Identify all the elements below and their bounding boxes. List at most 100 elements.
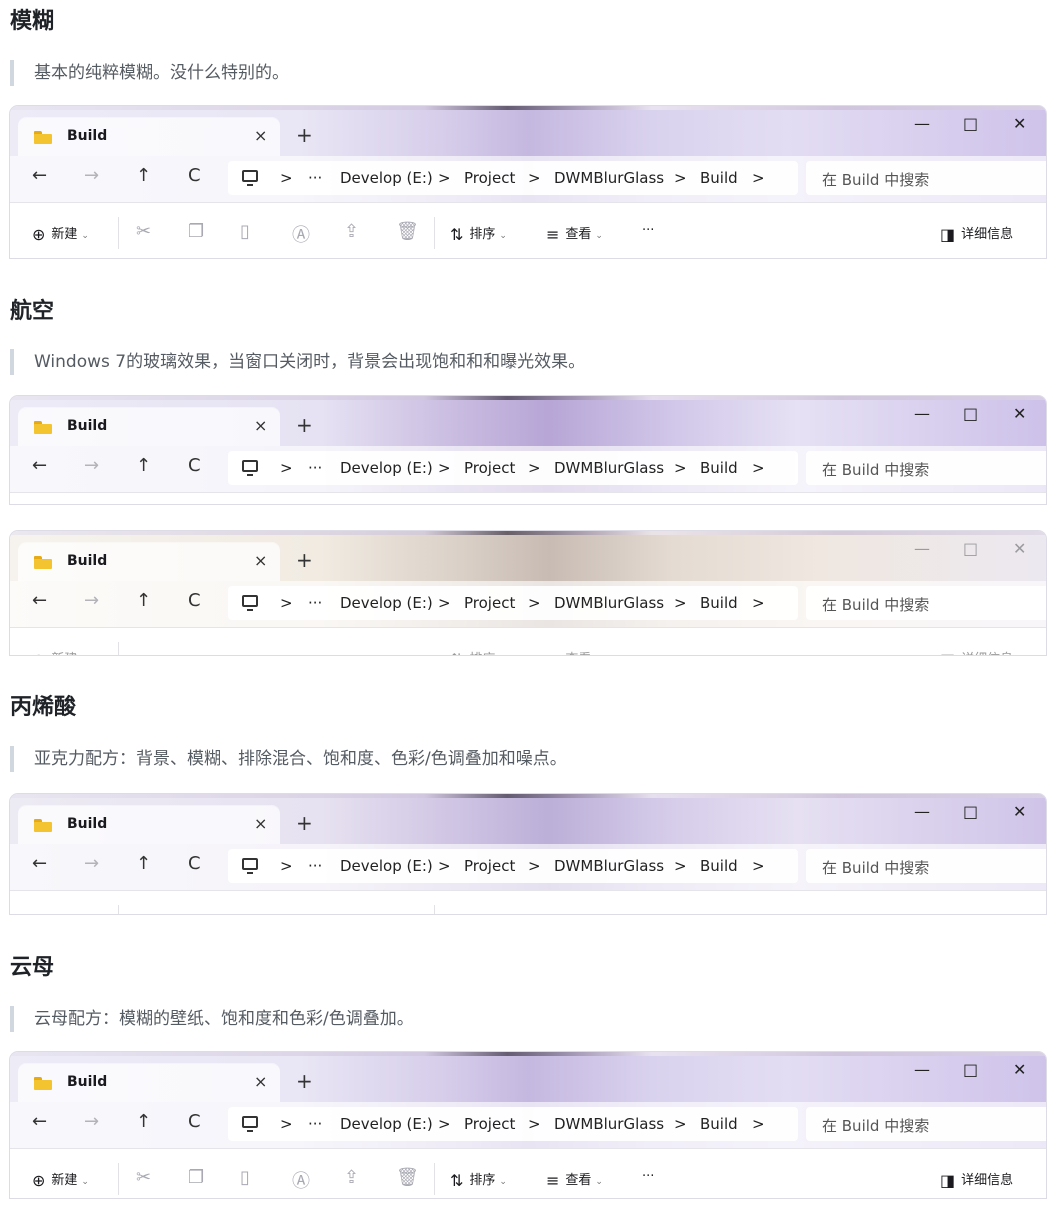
new-tab-button[interactable]: + [296, 1071, 313, 1091]
breadcrumb-project[interactable]: Project [464, 169, 515, 187]
breadcrumb-overflow[interactable]: ··· [308, 169, 322, 187]
search-input[interactable]: 在 Build 中搜索 [806, 161, 1046, 195]
breadcrumb-develop[interactable]: Develop (E:) [340, 169, 433, 187]
maximize-button[interactable]: □ [963, 1060, 978, 1079]
close-window-button[interactable]: ✕ [1013, 1060, 1026, 1079]
tab-close-button[interactable]: × [254, 551, 267, 570]
cut-icon[interactable]: ✂ [136, 221, 151, 242]
delete-icon[interactable]: 🗑 [396, 1167, 419, 1188]
new-tab-button[interactable]: + [296, 415, 313, 435]
breadcrumb-build[interactable]: Build [700, 169, 738, 187]
details-button[interactable]: ◨详细信息 [940, 648, 1013, 655]
search-input[interactable]: 在 Build 中搜索 [806, 451, 1046, 485]
share-icon[interactable]: ⇪ [344, 221, 359, 242]
close-window-button[interactable]: ✕ [1013, 114, 1026, 133]
breadcrumb-dwmblurglass[interactable]: DWMBlurGlass [554, 169, 664, 187]
forward-button[interactable]: → [84, 591, 99, 611]
explorer-window-acrylic: Build × + — □ ✕ ← → ↑ C > ··· Develop (E… [10, 794, 1046, 914]
section-title-aero: 航空 [10, 299, 55, 324]
maximize-button[interactable]: □ [963, 539, 978, 558]
up-button[interactable]: ↑ [136, 854, 151, 874]
tab-close-button[interactable]: × [254, 1072, 267, 1091]
search-input[interactable]: 在 Build 中搜索 [806, 586, 1046, 620]
delete-icon[interactable]: 🗑 [396, 221, 419, 242]
tab-build[interactable]: Build × [18, 118, 280, 156]
forward-button[interactable]: → [84, 456, 99, 476]
tab-label: Build [67, 128, 108, 144]
address-bar[interactable]: > ··· Develop (E:) > Project > DWMBlurGl… [228, 451, 798, 485]
minimize-button[interactable]: — [914, 802, 930, 821]
back-button[interactable]: ← [32, 1112, 47, 1132]
minimize-button[interactable]: — [914, 114, 930, 133]
paste-icon[interactable]: ▯ [240, 221, 250, 242]
details-button[interactable]: ◨详细信息 [940, 1169, 1013, 1190]
view-button[interactable]: ≡查看 [546, 648, 591, 655]
view-button[interactable]: ≡ 查看 ⌄ [546, 1169, 603, 1190]
sort-button[interactable]: ⇅ 排序 ⌄ [450, 1169, 507, 1190]
back-button[interactable]: ← [32, 854, 47, 874]
up-button[interactable]: ↑ [136, 1112, 151, 1132]
more-button[interactable]: ··· [642, 1169, 654, 1184]
tab-build[interactable]: Build × [18, 1064, 280, 1102]
sort-button[interactable]: ⇅ 排序 ⌄ [450, 223, 507, 244]
minimize-button[interactable]: — [914, 539, 930, 558]
copy-icon[interactable]: ❐ [188, 221, 204, 242]
this-pc-icon [242, 460, 258, 476]
view-button[interactable]: ≡ 查看 ⌄ [546, 223, 603, 244]
explorer-window-aero-inactive: Build × + — □ ✕ ← → ↑ C > ··· Develop (E… [10, 531, 1046, 655]
search-input[interactable]: 在 Build 中搜索 [806, 1107, 1046, 1141]
maximize-button[interactable]: □ [963, 114, 978, 133]
copy-icon[interactable]: ❐ [188, 1167, 204, 1188]
tab-build[interactable]: Build × [18, 408, 280, 446]
address-bar[interactable]: > ··· Develop (E:) > Project > DWMBlurGl… [228, 586, 798, 620]
section-title-acrylic: 丙烯酸 [10, 695, 77, 720]
new-button[interactable]: ⊕ 新建 ⌄ [32, 223, 89, 244]
minimize-button[interactable]: — [914, 1060, 930, 1079]
section-desc-blur: 基本的纯粹模糊。没什么特别的。 [10, 60, 1034, 86]
forward-button[interactable]: → [84, 854, 99, 874]
details-button[interactable]: ◨详细信息 [940, 223, 1013, 244]
tab-build[interactable]: Build × [18, 806, 280, 844]
refresh-button[interactable]: C [188, 1112, 201, 1132]
refresh-button[interactable]: C [188, 591, 201, 611]
minimize-button[interactable]: — [914, 404, 930, 423]
new-tab-button[interactable]: + [296, 125, 313, 145]
sort-button[interactable]: ⇅排序 [450, 648, 495, 655]
paste-icon[interactable]: ▯ [240, 1167, 250, 1188]
address-bar[interactable]: > ··· Develop (E:) > Project > DWMBlurGl… [228, 849, 798, 883]
tab-build[interactable]: Build × [18, 543, 280, 581]
address-bar[interactable]: > ··· Develop (E:) > Project > DWMBlurGl… [228, 1107, 798, 1141]
share-icon[interactable]: ⇪ [344, 1167, 359, 1188]
close-window-button[interactable]: ✕ [1013, 802, 1026, 821]
tab-close-button[interactable]: × [254, 814, 267, 833]
close-window-button[interactable]: ✕ [1013, 404, 1026, 423]
refresh-button[interactable]: C [188, 166, 201, 186]
search-input[interactable]: 在 Build 中搜索 [806, 849, 1046, 883]
rename-icon[interactable]: Ⓐ [292, 1167, 310, 1193]
maximize-button[interactable]: □ [963, 404, 978, 423]
up-button[interactable]: ↑ [136, 166, 151, 186]
this-pc-icon [242, 1116, 258, 1132]
address-bar[interactable]: > ··· Develop (E:) > Project > DWMBlurGl… [228, 161, 798, 195]
forward-button[interactable]: → [84, 166, 99, 186]
back-button[interactable]: ← [32, 456, 47, 476]
new-button[interactable]: ⊕新建 [32, 648, 77, 655]
up-button[interactable]: ↑ [136, 456, 151, 476]
close-window-button[interactable]: ✕ [1013, 539, 1026, 558]
new-tab-button[interactable]: + [296, 813, 313, 833]
tab-close-button[interactable]: × [254, 416, 267, 435]
refresh-button[interactable]: C [188, 456, 201, 476]
new-tab-button[interactable]: + [296, 550, 313, 570]
back-button[interactable]: ← [32, 591, 47, 611]
refresh-button[interactable]: C [188, 854, 201, 874]
up-button[interactable]: ↑ [136, 591, 151, 611]
rename-icon[interactable]: Ⓐ [292, 221, 310, 247]
forward-button[interactable]: → [84, 1112, 99, 1132]
cut-icon[interactable]: ✂ [136, 1167, 151, 1188]
section-desc-aero: Windows 7的玻璃效果，当窗口关闭时，背景会出现饱和和和曝光效果。 [10, 349, 1034, 375]
new-button[interactable]: ⊕ 新建 ⌄ [32, 1169, 89, 1190]
tab-close-button[interactable]: × [254, 126, 267, 145]
maximize-button[interactable]: □ [963, 802, 978, 821]
back-button[interactable]: ← [32, 166, 47, 186]
more-button[interactable]: ··· [642, 223, 654, 238]
